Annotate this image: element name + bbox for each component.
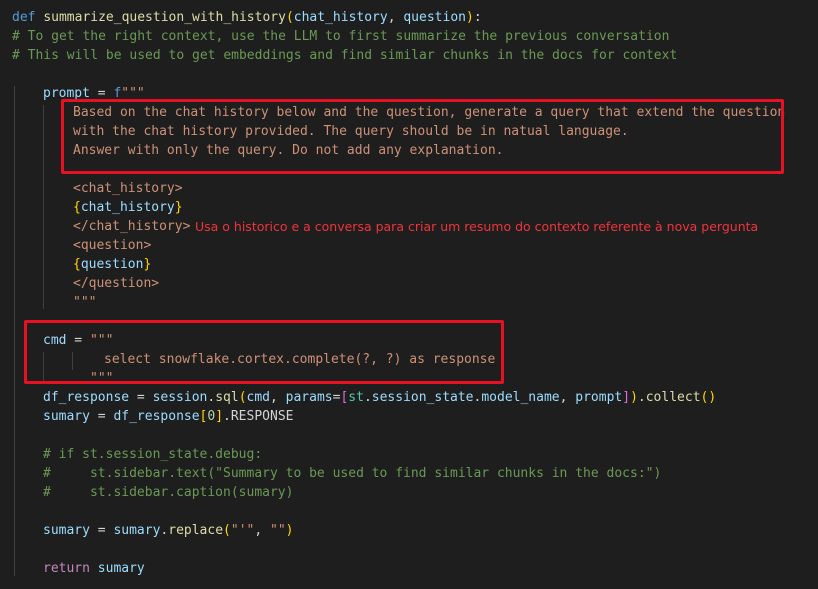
highlight-box-prompt (61, 99, 784, 174)
paren-close: ) (465, 10, 474, 25)
interp-question: {question} (73, 255, 151, 274)
tag-question-close: </question> (73, 276, 160, 291)
param-chat-history: chat_history (293, 10, 388, 25)
indent-guide (14, 86, 15, 576)
brace-close: } (143, 257, 152, 272)
interp-chat-history: {chat_history} (73, 198, 183, 217)
attr-response: .RESPONSE (223, 409, 294, 424)
dot: . (637, 390, 646, 405)
paren-open: ( (238, 390, 247, 405)
indent-guide (43, 105, 44, 309)
attr-model-name: model_name (481, 390, 560, 405)
method-sql: sql (215, 390, 239, 405)
var-df-response: df_response (113, 409, 200, 424)
comma: , (270, 390, 286, 405)
equals: = (89, 409, 114, 424)
arg-empty-string: "" (270, 523, 286, 538)
interp-name: chat_history (80, 200, 175, 215)
call-parens: () (700, 390, 717, 405)
code-comment-line: # if st.session_state.debug: (43, 447, 263, 462)
paren-close: ) (285, 523, 294, 538)
comma: , (254, 523, 271, 538)
obj-sumary: sumary (113, 523, 161, 538)
code-comment-line: # This will be used to get embeddings an… (12, 48, 678, 63)
obj-st: st (348, 390, 364, 405)
interp-name: question (80, 257, 144, 272)
method-replace: replace (168, 523, 224, 538)
arg-string: "'" (230, 523, 255, 538)
code-comment-line: # st.sidebar.text("Summary to be used to… (43, 466, 662, 481)
attr-session-state: session_state (371, 390, 474, 405)
code-line-df-response: df_response = session.sql(cmd, params=[s… (43, 388, 716, 407)
equals: = (89, 523, 114, 538)
kwarg-params: params (285, 390, 333, 405)
equals: = (129, 390, 153, 405)
tag-chat-history-open: <chat_history> (73, 181, 183, 196)
code-comment-line: # st.sidebar.caption(sumary) (43, 485, 294, 500)
obj-session: session (152, 390, 208, 405)
keyword-return: return (43, 561, 90, 576)
comma: , (387, 10, 404, 25)
brace-open: { (73, 257, 81, 272)
paren-close: ) (630, 390, 638, 405)
colon: : (473, 10, 482, 25)
annotation-text: Usa o historico e a conversa para criar … (195, 219, 759, 234)
highlight-box-cmd (24, 320, 504, 384)
keyword-def: def (12, 10, 36, 25)
tag-question-open: <question> (73, 238, 152, 253)
code-line-return: return sumary (43, 559, 145, 578)
method-collect: collect (645, 390, 701, 405)
return-value: sumary (97, 561, 145, 576)
bracket-close: ] (622, 390, 631, 405)
dot: . (363, 390, 372, 405)
function-name: summarize_question_with_history (43, 10, 286, 25)
brace-close: } (174, 200, 183, 215)
var-sumary: sumary (43, 409, 90, 424)
paren-open: ( (285, 10, 294, 25)
triple-quote-end: """ (73, 295, 97, 310)
code-editor[interactable]: def summarize_question_with_history(chat… (0, 0, 818, 589)
arg-cmd: cmd (246, 390, 270, 405)
param-question: question (403, 10, 466, 25)
brace-open: { (73, 200, 81, 215)
code-line-replace: sumary = sumary.replace("'", "") (43, 521, 294, 540)
var-df-response: df_response (43, 390, 130, 405)
code-line-def: def summarize_question_with_history(chat… (12, 8, 482, 27)
paren-open: ( (223, 523, 231, 538)
var-sumary: sumary (43, 523, 90, 538)
tag-chat-history-close: </chat_history> (73, 219, 191, 234)
comma: , (559, 390, 576, 405)
arg-prompt: prompt (575, 390, 623, 405)
code-comment-line: # To get the right context, use the LLM … (12, 29, 670, 44)
code-line-sumary: sumary = df_response[0].RESPONSE (43, 407, 293, 426)
bracket-close: ] (215, 409, 224, 424)
